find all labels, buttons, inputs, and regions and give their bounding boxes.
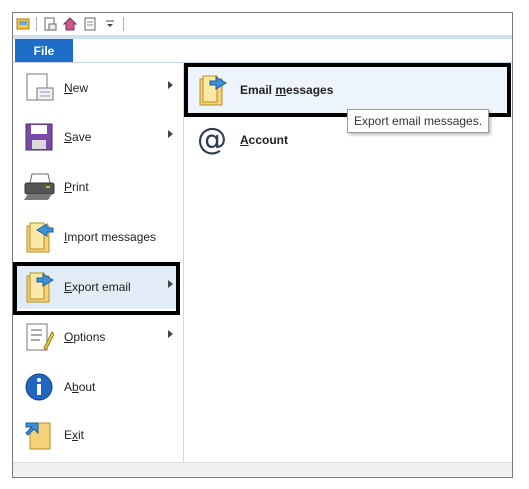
app-icon[interactable] xyxy=(15,16,31,32)
submenu-item-label: Account xyxy=(240,133,289,147)
menu-item-export-email[interactable]: Export email xyxy=(15,265,179,309)
import-folder-icon xyxy=(21,219,57,255)
toolbar-separator xyxy=(123,17,124,31)
menu-item-label: About xyxy=(64,380,96,394)
menu-item-import-messages[interactable]: Import messages xyxy=(15,215,179,259)
tooltip: Export email messages. xyxy=(347,109,490,133)
new-document-icon[interactable] xyxy=(42,16,58,32)
ribbon: File xyxy=(13,35,512,63)
menu-item-label: Options xyxy=(64,330,106,344)
export-folder-icon xyxy=(21,269,57,305)
submenu-arrow-icon xyxy=(168,330,173,338)
exit-icon xyxy=(21,417,57,453)
menu-item-save[interactable]: Save xyxy=(15,115,179,159)
menu-item-options[interactable]: Options xyxy=(15,315,179,359)
menu-item-label: Export email xyxy=(64,280,131,294)
menu-item-label: Print xyxy=(64,180,89,194)
status-bar xyxy=(13,462,512,477)
customize-arrow-icon[interactable] xyxy=(102,16,118,32)
file-menu-left-pane: New Save Print Import messages Export em… xyxy=(13,63,184,464)
info-icon xyxy=(21,369,57,405)
page-icon[interactable] xyxy=(82,16,98,32)
submenu-arrow-icon xyxy=(168,130,173,138)
ribbon-strip xyxy=(13,35,512,39)
menu-item-exit[interactable]: Exit xyxy=(15,413,179,457)
new-icon xyxy=(21,70,57,106)
home-icon[interactable] xyxy=(62,16,78,32)
save-icon xyxy=(21,119,57,155)
submenu-item-email-messages[interactable]: Email messages xyxy=(187,67,507,113)
printer-icon xyxy=(21,169,57,205)
menu-item-about[interactable]: About xyxy=(15,365,179,409)
submenu-arrow-icon xyxy=(168,280,173,288)
menu-item-label: Import messages xyxy=(64,230,157,244)
quick-access-toolbar xyxy=(13,13,512,35)
at-sign-icon: @ xyxy=(197,122,227,157)
toolbar-separator xyxy=(36,17,37,31)
menu-item-print[interactable]: Print xyxy=(15,165,179,209)
menu-item-label: Exit xyxy=(64,428,85,442)
file-tab[interactable]: File xyxy=(15,39,73,62)
submenu-item-label: Email messages xyxy=(240,83,334,97)
submenu-arrow-icon xyxy=(168,81,173,89)
export-folder-icon xyxy=(195,73,229,107)
menu-item-new[interactable]: New xyxy=(15,66,179,110)
app-window: File New Save Print Import messages Expo… xyxy=(12,12,513,478)
menu-item-label: Save xyxy=(64,130,92,144)
menu-item-label: New xyxy=(64,81,89,95)
options-icon xyxy=(21,319,57,355)
